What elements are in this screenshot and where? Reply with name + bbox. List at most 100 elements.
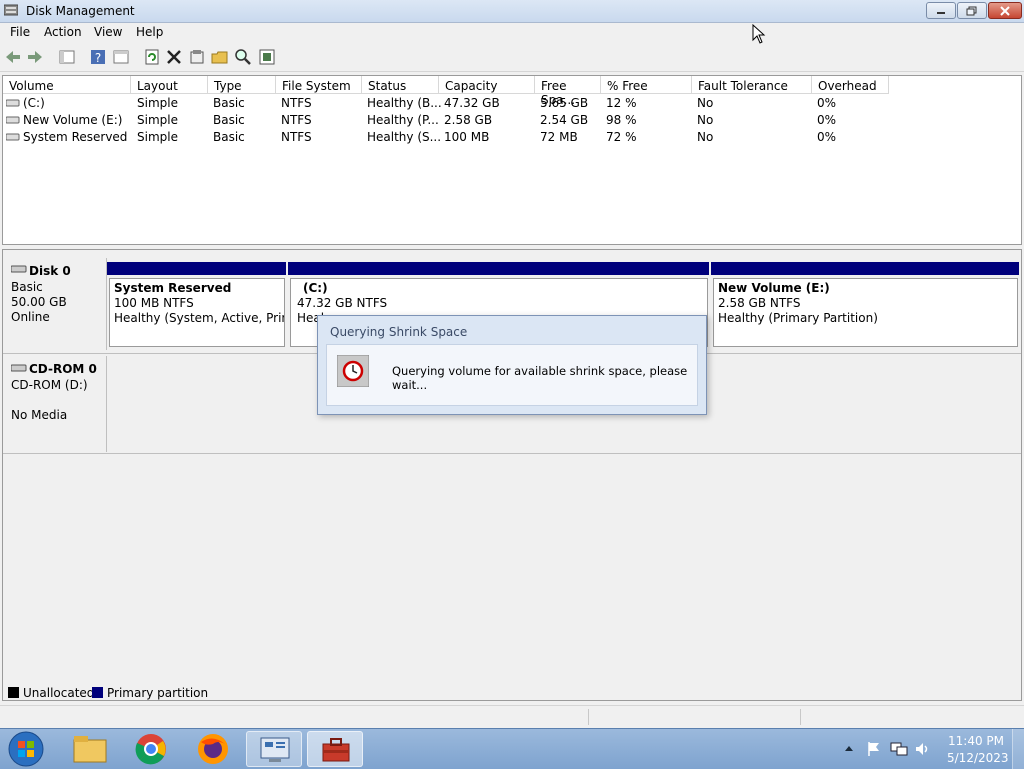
menu-action[interactable]: Action [44, 25, 82, 39]
column-header-layout[interactable]: Layout [131, 76, 208, 94]
menu-view[interactable]: View [94, 25, 122, 39]
forward-icon[interactable] [26, 48, 44, 66]
disk-0-state: Online [11, 310, 50, 324]
legend: Unallocated Primary partition [2, 683, 1022, 703]
show-hidden-icons-icon[interactable] [844, 744, 854, 752]
back-icon[interactable] [4, 48, 22, 66]
menu-help[interactable]: Help [136, 25, 163, 39]
drive-icon [6, 116, 20, 124]
dialog-body: Querying volume for available shrink spa… [326, 344, 698, 406]
table-cell-overhead: 0% [817, 130, 837, 144]
computer-management-taskbar-button[interactable] [307, 731, 363, 767]
disk-0-label[interactable]: Disk 0 Basic 50.00 GB Online [3, 258, 107, 350]
properties-view-icon[interactable] [112, 48, 130, 66]
refresh-icon[interactable] [143, 48, 161, 66]
server-manager-icon [260, 737, 290, 762]
file-explorer-icon[interactable] [72, 734, 108, 764]
table-cell-capacity: 100 MB [444, 130, 490, 144]
cdrom-0-name: CD-ROM 0 [29, 362, 97, 376]
column-header-type[interactable]: Type [208, 76, 276, 94]
table-cell-free-space: 5.65 GB [540, 96, 589, 110]
network-icon[interactable] [890, 741, 908, 757]
minimize-button[interactable] [926, 2, 956, 19]
table-cell-type: Basic [213, 130, 245, 144]
disk-management-app-icon [4, 4, 18, 16]
open-icon[interactable] [211, 48, 229, 66]
disk-icon [11, 265, 27, 273]
restore-button[interactable] [957, 2, 987, 19]
table-cell-free-space: 72 MB [540, 130, 578, 144]
show-desktop-button[interactable] [1012, 729, 1024, 769]
toolbar: ? [0, 44, 1024, 72]
table-cell-capacity: 47.32 GB [444, 96, 500, 110]
legend-primary: Primary partition [107, 686, 209, 700]
partition-size: 47.32 GB NTFS [297, 296, 388, 310]
table-cell-fault-tolerance: No [697, 130, 714, 144]
status-divider [588, 709, 589, 725]
cdrom-0-drive: CD-ROM (D:) [11, 378, 88, 392]
partition-size: 2.58 GB NTFS [718, 296, 801, 310]
column-header-volume[interactable]: Volume [3, 76, 131, 94]
title-bar: Disk Management [0, 0, 1024, 23]
volume-icon[interactable] [914, 741, 932, 757]
search-icon[interactable] [234, 48, 252, 66]
console-icon[interactable] [58, 48, 76, 66]
taskbar: 11:40 PM 5/12/2023 [0, 728, 1024, 769]
table-cell-status: Healthy (P... [367, 113, 439, 127]
close-icon [1000, 5, 1010, 16]
dialog-title: Querying Shrink Space [330, 325, 468, 339]
clock-time[interactable]: 11:40 PM [948, 734, 1004, 748]
table-cell-volume[interactable]: New Volume (E:) [23, 113, 122, 127]
column-header-status[interactable]: Status [362, 76, 439, 94]
table-cell-file-system: NTFS [281, 130, 312, 144]
minimize-icon [937, 11, 945, 14]
status-divider [800, 709, 801, 725]
partition-header-system-reserved [107, 262, 286, 275]
column-header-percent-free[interactable]: % Free [601, 76, 692, 94]
action-center-flag-icon[interactable] [866, 741, 882, 757]
firefox-icon[interactable] [196, 732, 230, 766]
partition-name: System Reserved [114, 281, 232, 295]
column-header-overhead[interactable]: Overhead [812, 76, 889, 94]
table-cell-capacity: 2.58 GB [444, 113, 493, 127]
window-title: Disk Management [26, 4, 135, 18]
drive-icon [6, 99, 20, 107]
delete-icon[interactable] [165, 48, 183, 66]
clock-icon [337, 355, 369, 387]
menu-bar: File Action View Help [0, 23, 1024, 43]
export-icon[interactable] [258, 48, 276, 66]
partition-system-reserved[interactable]: System Reserved 100 MB NTFS Healthy (Sys… [109, 278, 285, 347]
menu-file[interactable]: File [10, 25, 30, 39]
table-cell-type: Basic [213, 96, 245, 110]
unallocated-swatch [8, 687, 19, 698]
table-cell-status: Healthy (B... [367, 96, 442, 110]
start-orb[interactable] [6, 730, 46, 768]
disk-0-size: 50.00 GB [11, 295, 67, 309]
table-cell-volume[interactable]: System Reserved [23, 130, 127, 144]
properties-icon[interactable] [188, 48, 206, 66]
column-header-capacity[interactable]: Capacity [439, 76, 535, 94]
table-cell-layout: Simple [137, 113, 178, 127]
partition-size: 100 MB NTFS [114, 296, 194, 310]
close-button[interactable] [988, 2, 1022, 19]
help-icon[interactable]: ? [89, 48, 107, 66]
table-cell-percent-free: 12 % [606, 96, 637, 110]
disk-0-name: Disk 0 [29, 264, 71, 278]
partition-name: (C:) [303, 281, 328, 295]
partition-e[interactable]: New Volume (E:) 2.58 GB NTFS Healthy (Pr… [713, 278, 1018, 347]
table-cell-fault-tolerance: No [697, 113, 714, 127]
server-manager-taskbar-button[interactable] [246, 731, 302, 767]
dialog-message: Querying volume for available shrink spa… [392, 364, 688, 392]
partition-status: Healthy (System, Active, Primar [114, 311, 284, 325]
column-header-file-system[interactable]: File System [276, 76, 362, 94]
volume-list[interactable]: Volume Layout Type File System Status Ca… [2, 75, 1022, 245]
legend-unallocated: Unallocated [23, 686, 95, 700]
table-cell-type: Basic [213, 113, 245, 127]
svg-text:?: ? [95, 51, 101, 65]
column-header-fault-tolerance[interactable]: Fault Tolerance [692, 76, 812, 94]
chrome-icon[interactable] [134, 732, 168, 766]
cdrom-0-label[interactable]: CD-ROM 0 CD-ROM (D:) No Media [3, 356, 107, 452]
column-header-free-space[interactable]: Free Spa... [535, 76, 601, 107]
clock-date[interactable]: 5/12/2023 [947, 751, 1009, 765]
table-cell-volume[interactable]: (C:) [23, 96, 45, 110]
